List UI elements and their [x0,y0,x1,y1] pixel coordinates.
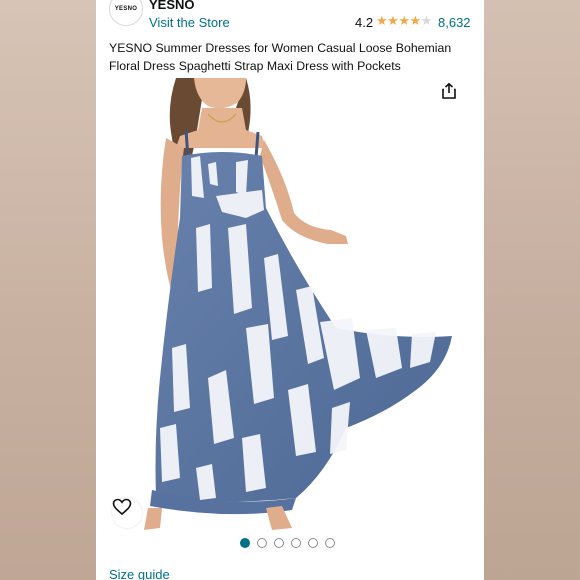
strap-shape [254,131,260,159]
pagination-dot[interactable] [291,538,301,548]
share-button[interactable] [440,82,470,112]
store-logo[interactable]: YESNO [109,0,143,26]
image-pagination-dots [240,538,335,550]
foot-shape [144,508,162,530]
pagination-dot[interactable] [257,538,267,548]
product-title: YESNO Summer Dresses for Women Casual Lo… [109,41,452,73]
star-icon: ★ [409,13,421,28]
product-photo-dress [144,78,452,530]
store-logo-text: YESNO [114,6,138,12]
heart-icon [112,498,132,516]
product-page: YESNO YESNO Visit the Store 4.2 ★★★★★ 8,… [96,0,484,580]
star-icon: ★ [376,13,388,28]
store-header: YESNO YESNO Visit the Store 4.2 ★★★★★ 8,… [96,0,484,36]
pagination-dot-active[interactable] [240,538,250,548]
product-image-carousel[interactable] [96,78,484,532]
background-right [484,0,580,580]
rating-count-link[interactable]: 8,632 [438,15,471,30]
pagination-dot[interactable] [325,538,335,548]
star-empty-icon: ★ [420,13,433,28]
size-guide-link[interactable]: Size guide [109,567,170,580]
rating-value: 4.2 [355,15,374,30]
strap-shape [184,129,190,159]
share-icon [442,82,456,99]
star-rating[interactable]: ★★★★★ [376,13,432,29]
visit-store-link[interactable]: Visit the Store [149,15,230,30]
pagination-dot[interactable] [274,538,284,548]
star-icon: ★ [387,13,399,28]
pagination-dot[interactable] [308,538,318,548]
star-icon: ★ [398,13,410,28]
background-left [0,0,96,580]
brand-name: YESNO [149,0,195,12]
wishlist-button[interactable] [112,498,142,528]
